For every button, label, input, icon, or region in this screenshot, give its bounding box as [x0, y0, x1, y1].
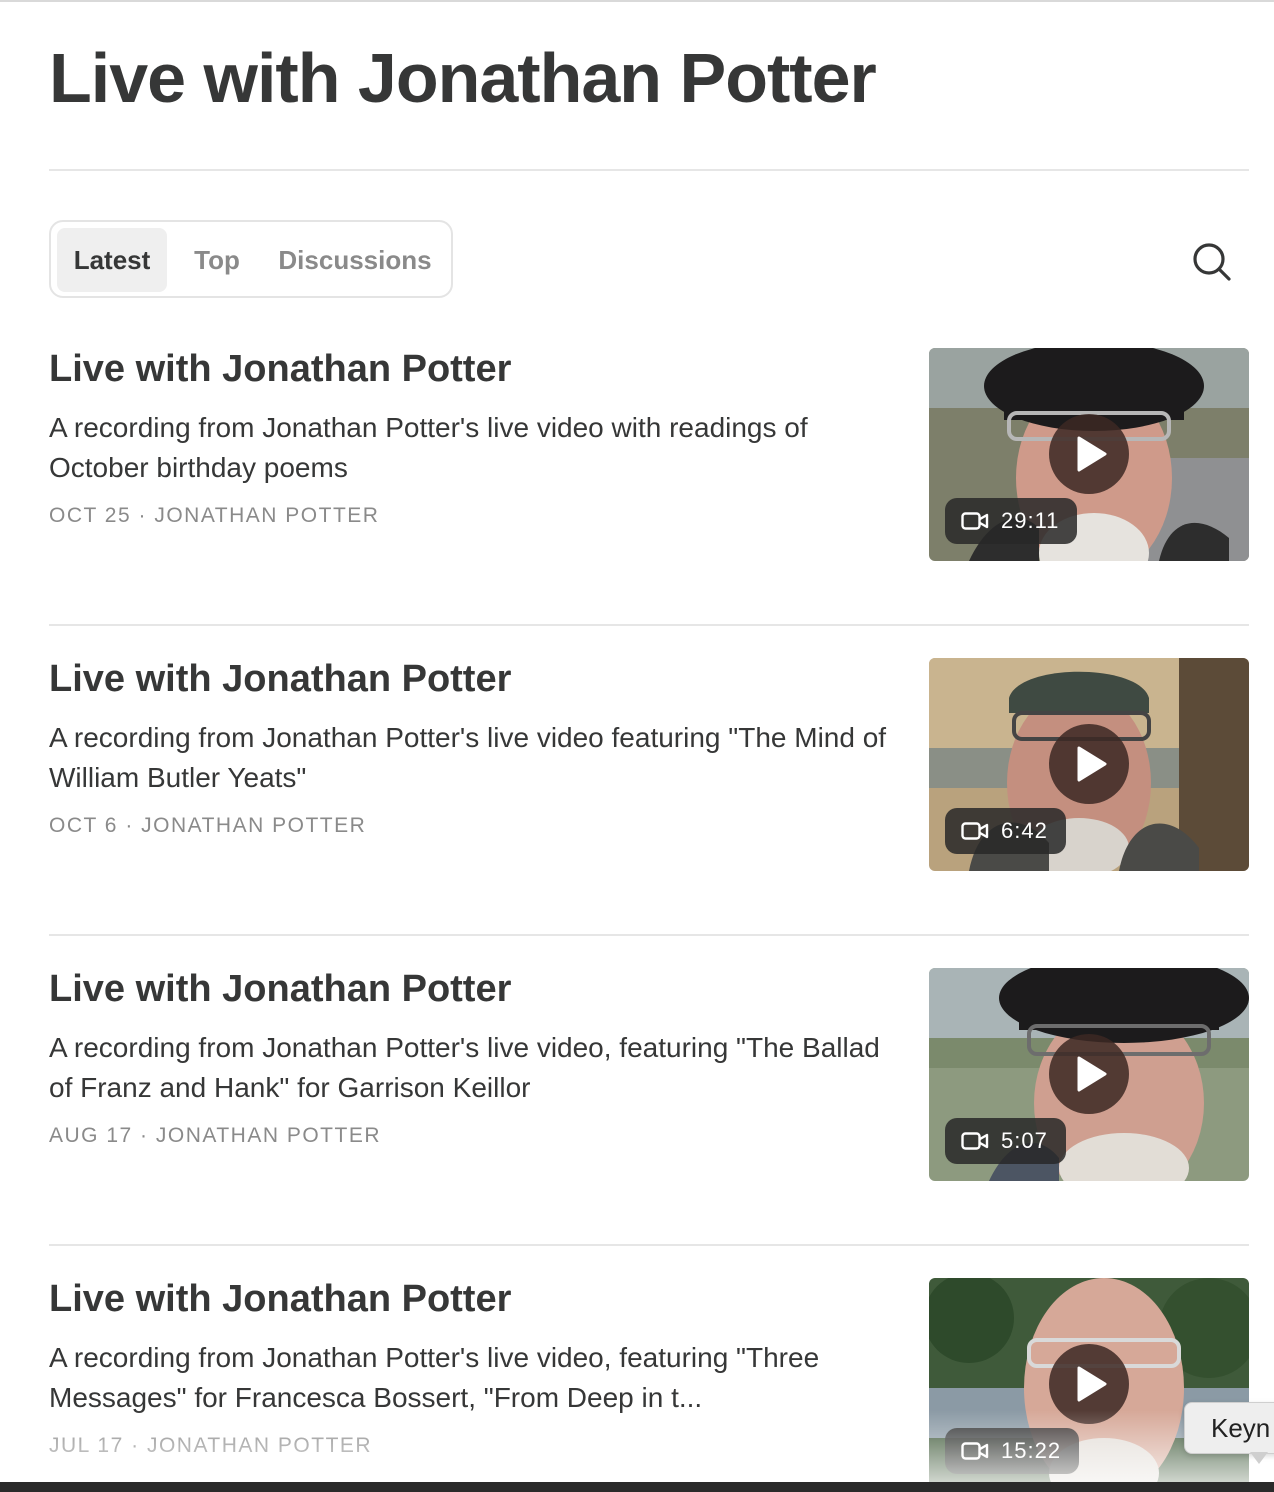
- tab-discussions[interactable]: Discussions: [265, 228, 445, 292]
- post-title[interactable]: Live with Jonathan Potter: [49, 1278, 511, 1321]
- video-duration: 6:42: [1001, 818, 1048, 843]
- tooltip-tail: [1250, 1452, 1268, 1464]
- video-camera-icon: [961, 1442, 989, 1460]
- search-button[interactable]: [1188, 238, 1236, 286]
- post-meta: OCT 6 · JONATHAN POTTER: [49, 814, 366, 838]
- post-item[interactable]: Live with Jonathan Potter A recording fr…: [49, 1278, 1249, 1492]
- post-date: OCT 25: [49, 504, 132, 527]
- post-date: OCT 6: [49, 814, 118, 837]
- video-camera-icon: [961, 822, 989, 840]
- post-description: A recording from Jonathan Potter's live …: [49, 412, 808, 483]
- play-button[interactable]: [1049, 1034, 1129, 1114]
- meta-separator: ·: [140, 1124, 149, 1147]
- video-thumbnail[interactable]: 6:42: [929, 658, 1249, 871]
- post-date: JUL 17: [49, 1434, 124, 1457]
- video-duration: 29:11: [1001, 508, 1060, 533]
- play-button[interactable]: [1049, 1344, 1129, 1424]
- video-thumbnail[interactable]: 29:11: [929, 348, 1249, 561]
- meta-separator: ·: [138, 504, 147, 527]
- play-button[interactable]: [1049, 414, 1129, 494]
- video-duration: 5:07: [1001, 1128, 1048, 1153]
- post-title[interactable]: Live with Jonathan Potter: [49, 968, 511, 1011]
- top-border: [0, 0, 1274, 2]
- search-icon: [1193, 243, 1231, 281]
- video-thumbnail[interactable]: 5:07: [929, 968, 1249, 1181]
- video-thumbnail[interactable]: 15:22: [929, 1278, 1249, 1491]
- post-author[interactable]: JONATHAN POTTER: [154, 504, 379, 527]
- tab-top[interactable]: Top: [177, 228, 257, 292]
- post-divider: [49, 624, 1249, 626]
- tab-latest[interactable]: Latest: [57, 228, 167, 292]
- post-author[interactable]: JONATHAN POTTER: [141, 814, 366, 837]
- play-icon: [1077, 1366, 1107, 1402]
- post-item[interactable]: Live with Jonathan Potter A recording fr…: [49, 658, 1249, 872]
- dock-edge: [0, 1482, 1274, 1492]
- duration-badge: 5:07: [945, 1118, 1066, 1164]
- post-title[interactable]: Live with Jonathan Potter: [49, 348, 511, 391]
- video-camera-icon: [961, 1132, 989, 1150]
- post-item[interactable]: Live with Jonathan Potter A recording fr…: [49, 348, 1249, 562]
- meta-separator: ·: [125, 814, 134, 837]
- post-meta: OCT 25 · JONATHAN POTTER: [49, 504, 379, 528]
- post-description: A recording from Jonathan Potter's live …: [49, 1032, 880, 1103]
- post-meta: JUL 17 · JONATHAN POTTER: [49, 1434, 372, 1458]
- post-date: AUG 17: [49, 1124, 133, 1147]
- play-button[interactable]: [1049, 724, 1129, 804]
- duration-badge: 29:11: [945, 498, 1078, 544]
- page-title: Live with Jonathan Potter: [49, 39, 877, 117]
- header-divider: [49, 169, 1249, 171]
- play-icon: [1077, 746, 1107, 782]
- meta-separator: ·: [131, 1434, 140, 1457]
- play-icon: [1077, 436, 1107, 472]
- video-camera-icon: [961, 512, 989, 530]
- post-divider: [49, 934, 1249, 936]
- post-description: A recording from Jonathan Potter's live …: [49, 1342, 820, 1413]
- post-divider: [49, 1244, 1249, 1246]
- post-author[interactable]: JONATHAN POTTER: [156, 1124, 381, 1147]
- duration-badge: 15:22: [945, 1428, 1080, 1474]
- play-icon: [1077, 1056, 1107, 1092]
- dock-tooltip: Keyn: [1184, 1402, 1274, 1454]
- duration-badge: 6:42: [945, 808, 1066, 854]
- post-title[interactable]: Live with Jonathan Potter: [49, 658, 511, 701]
- post-author[interactable]: JONATHAN POTTER: [147, 1434, 372, 1457]
- post-meta: AUG 17 · JONATHAN POTTER: [49, 1124, 381, 1148]
- video-duration: 15:22: [1001, 1438, 1062, 1463]
- sort-tabs: Latest Top Discussions: [49, 220, 453, 298]
- post-item[interactable]: Live with Jonathan Potter A recording fr…: [49, 968, 1249, 1182]
- post-description: A recording from Jonathan Potter's live …: [49, 722, 887, 793]
